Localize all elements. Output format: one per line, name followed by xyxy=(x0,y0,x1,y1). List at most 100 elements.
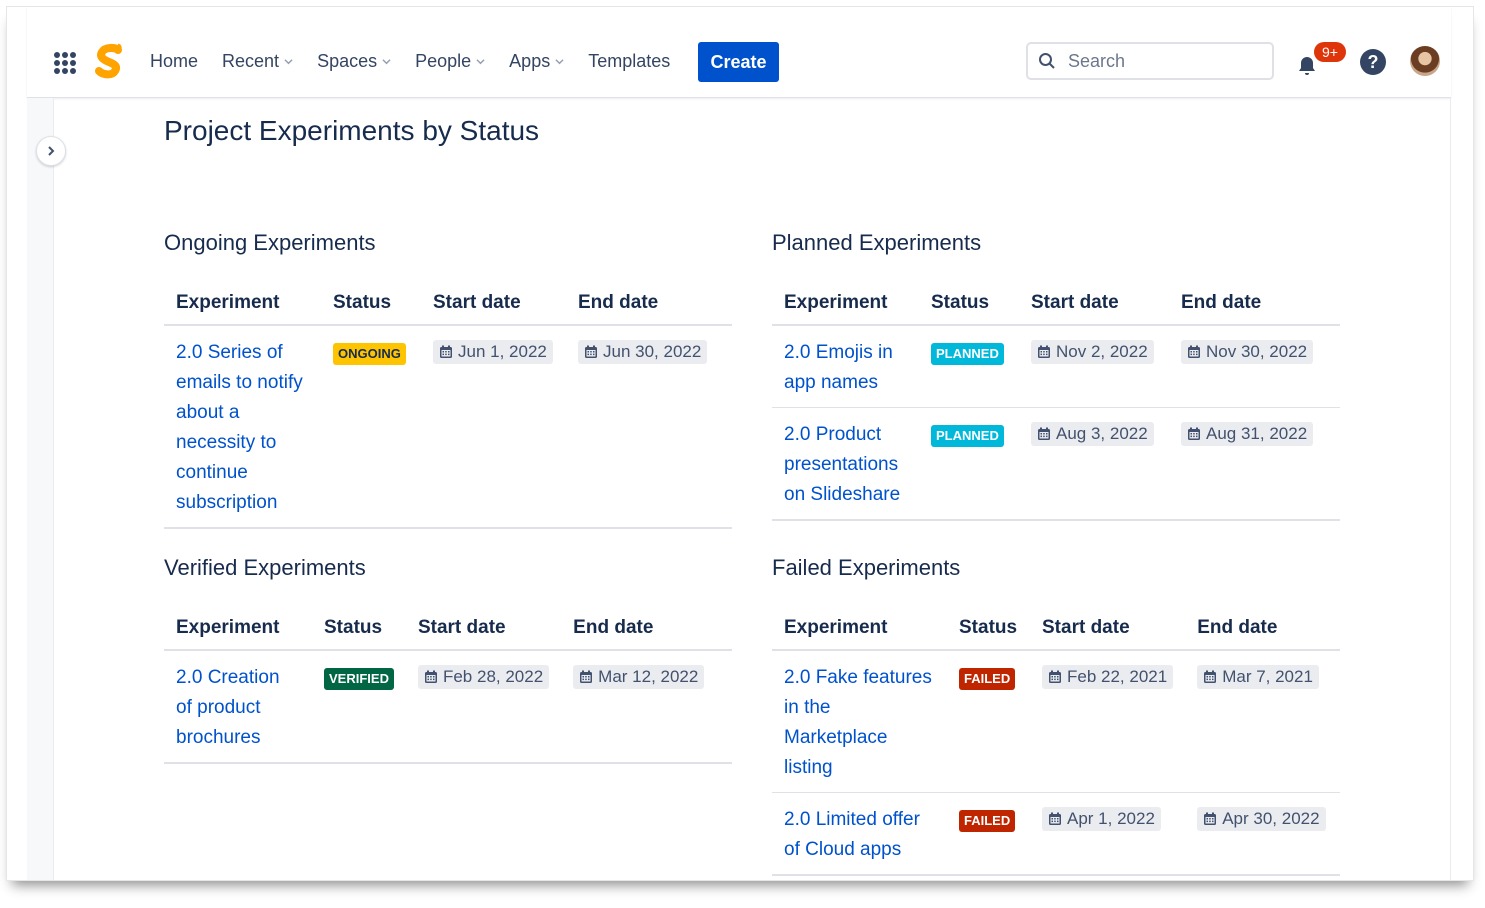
start-date-pill[interactable]: Feb 28, 2022 xyxy=(417,665,550,689)
main-nav: Home Recent Spaces People Apps Templates xyxy=(150,51,694,72)
end-date-cell: Nov 30, 2022 xyxy=(1169,325,1340,408)
date-text: Nov 30, 2022 xyxy=(1206,342,1308,361)
nav-label: People xyxy=(415,51,472,71)
section-title: Verified Experiments xyxy=(164,555,366,580)
start-date-pill[interactable]: Nov 2, 2022 xyxy=(1031,340,1154,364)
calendar-icon xyxy=(1188,345,1200,358)
start-date-pill[interactable]: Jun 1, 2022 xyxy=(433,340,553,364)
end-date-pill[interactable]: Mar 7, 2021 xyxy=(1197,665,1319,689)
experiment-cell: 2.0 Limited offer of Cloud apps xyxy=(772,792,947,876)
end-date-cell: Mar 12, 2022 xyxy=(561,650,732,764)
start-date-cell: Apr 1, 2022 xyxy=(1030,792,1186,876)
table-header-row: Experiment Status Start date End date xyxy=(772,611,1340,651)
status-badge: VERIFIED xyxy=(324,668,394,690)
section-planned-experiments: Planned Experiments Experiment Status Start… xyxy=(772,230,1340,521)
experiment-link[interactable]: 2.0 Product presentations on Slideshare xyxy=(784,424,900,505)
column-header: Experiment xyxy=(772,611,947,651)
section-title: Ongoing Experiments xyxy=(164,230,376,255)
expand-sidebar-button[interactable] xyxy=(36,136,66,166)
section-verified-experiments: Verified Experiments Experiment Status Star… xyxy=(164,555,732,764)
nav-apps[interactable]: Apps xyxy=(509,51,564,72)
start-date-pill[interactable]: Apr 1, 2022 xyxy=(1042,807,1161,831)
experiment-link[interactable]: 2.0 Creation of product brochures xyxy=(176,667,280,748)
top-navigation-bar: Home Recent Spaces People Apps Templates… xyxy=(27,7,1451,98)
experiment-link[interactable]: 2.0 Limited offer of Cloud apps xyxy=(784,809,920,860)
status-cell: VERIFIED xyxy=(312,650,406,764)
calendar-icon xyxy=(580,670,593,683)
status-cell: ONGOING xyxy=(321,325,421,529)
end-date-pill[interactable]: Jun 30, 2022 xyxy=(578,340,708,364)
search-input[interactable] xyxy=(1066,49,1260,73)
end-date-pill[interactable]: Mar 12, 2022 xyxy=(573,665,705,689)
app-switcher-icon[interactable] xyxy=(54,52,76,74)
experiment-cell: 2.0 Fake features in the Marketplace lis… xyxy=(772,650,947,793)
date-text: Aug 31, 2022 xyxy=(1206,424,1308,443)
nav-home[interactable]: Home xyxy=(150,51,198,72)
page-title: Project Experiments by Status xyxy=(164,115,540,146)
calendar-icon xyxy=(1188,427,1200,440)
help-icon[interactable]: ? xyxy=(1360,49,1386,75)
chevron-down-icon xyxy=(555,59,564,65)
section-title: Failed Experiments xyxy=(772,555,961,580)
table-row: 2.0 Product presentations on Slideshare … xyxy=(772,407,1340,521)
date-text: Nov 2, 2022 xyxy=(1056,342,1148,361)
column-header: Status xyxy=(919,286,1019,326)
calendar-icon xyxy=(440,345,452,358)
end-date-pill[interactable]: Nov 30, 2022 xyxy=(1181,340,1314,364)
nav-templates[interactable]: Templates xyxy=(588,51,670,72)
calendar-icon xyxy=(1204,670,1217,683)
search-box[interactable] xyxy=(1026,42,1274,80)
start-date-cell: Aug 3, 2022 xyxy=(1019,407,1169,521)
experiment-link[interactable]: 2.0 Emojis in app names xyxy=(784,342,893,393)
experiments-table: Experiment Status Start date End date 2.0 S… xyxy=(164,286,732,529)
nav-people[interactable]: People xyxy=(415,51,485,72)
experiments-table: Experiment Status Start date End date 2.0 C… xyxy=(164,611,732,764)
nav-label: Templates xyxy=(588,51,671,71)
date-text: Aug 3, 2022 xyxy=(1056,424,1148,443)
column-header: End date xyxy=(1185,611,1340,651)
column-header: End date xyxy=(566,286,732,326)
nav-label: Home xyxy=(150,51,199,71)
end-date-cell: Apr 30, 2022 xyxy=(1185,792,1340,876)
column-header: Experiment xyxy=(164,286,321,326)
column-header: End date xyxy=(561,611,732,651)
column-header: Start date xyxy=(1019,286,1169,326)
chevron-down-icon xyxy=(284,59,293,65)
date-text: Jun 30, 2022 xyxy=(603,342,702,361)
column-header: Experiment xyxy=(164,611,312,651)
column-header: Start date xyxy=(405,611,562,651)
chevron-right-icon xyxy=(48,146,55,156)
calendar-icon xyxy=(1038,427,1050,440)
column-header: Status xyxy=(312,611,406,651)
site-logo-icon[interactable] xyxy=(91,43,127,83)
collapsed-sidebar xyxy=(27,98,54,880)
calendar-icon xyxy=(1049,670,1061,683)
table-row: 2.0 Creation of product brochures VERIFI… xyxy=(164,650,732,764)
calendar-icon xyxy=(585,345,597,358)
table-header-row: Experiment Status Start date End date xyxy=(164,286,732,326)
calendar-icon xyxy=(1049,812,1061,825)
status-badge: PLANNED xyxy=(931,425,1004,447)
section-failed-experiments: Failed Experiments Experiment Status Start … xyxy=(772,555,1340,876)
start-date-pill[interactable]: Feb 22, 2021 xyxy=(1042,665,1174,689)
end-date-pill[interactable]: Apr 30, 2022 xyxy=(1197,807,1326,831)
create-button[interactable]: Create xyxy=(698,42,779,82)
experiments-table: Experiment Status Start date End date 2.0 F… xyxy=(772,611,1340,876)
experiment-link[interactable]: 2.0 Series of emails to notify about a n… xyxy=(176,342,303,513)
date-text: Jun 1, 2022 xyxy=(458,342,547,361)
start-date-cell: Feb 28, 2022 xyxy=(405,650,562,764)
user-avatar[interactable] xyxy=(1410,46,1440,76)
nav-label: Spaces xyxy=(317,51,378,71)
end-date-cell: Aug 31, 2022 xyxy=(1169,407,1340,521)
nav-spaces[interactable]: Spaces xyxy=(317,51,391,72)
end-date-cell: Jun 30, 2022 xyxy=(566,325,732,529)
end-date-pill[interactable]: Aug 31, 2022 xyxy=(1181,422,1314,446)
calendar-icon xyxy=(1204,812,1217,825)
start-date-pill[interactable]: Aug 3, 2022 xyxy=(1031,422,1154,446)
experiment-link[interactable]: 2.0 Fake features in the Marketplace lis… xyxy=(784,667,932,778)
status-cell: PLANNED xyxy=(919,325,1019,408)
nav-recent[interactable]: Recent xyxy=(222,51,293,72)
table-row: 2.0 Emojis in app names PLANNED Nov 2, 2… xyxy=(772,325,1340,408)
calendar-icon xyxy=(424,670,437,683)
column-header: End date xyxy=(1169,286,1340,326)
